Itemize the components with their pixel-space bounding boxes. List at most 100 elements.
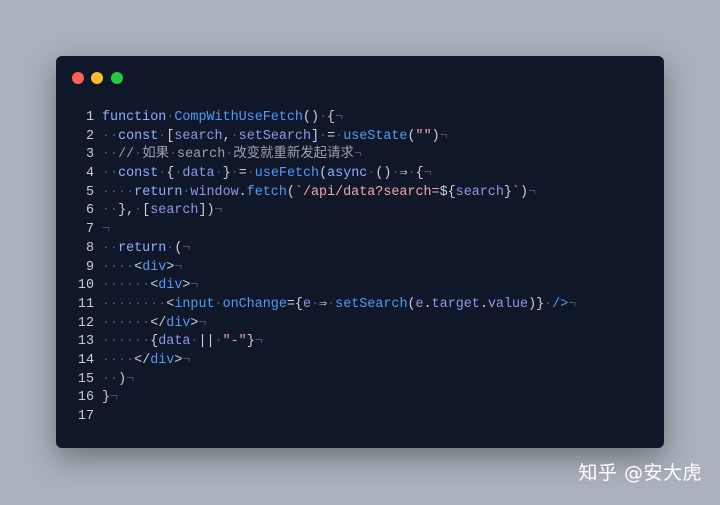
code-token: ( [319, 166, 328, 182]
code-token: · [319, 128, 328, 144]
code-token: ¬ [190, 278, 199, 294]
code-token: { [327, 110, 336, 125]
code-block: 1 function·CompWithUseFetch()·{¬ 2 ··const·… [76, 109, 654, 427]
code-token: · [311, 296, 320, 312]
code-token: return [118, 240, 167, 256]
code-token: ¬ [110, 390, 119, 406]
line-number: 10 [77, 278, 94, 294]
code-text: ········<input·onChange={e·⇒·setSearch(e… [102, 296, 654, 315]
code-token: · [214, 166, 223, 182]
code-token: `/api/data?search= [294, 184, 440, 200]
code-token: ¬ [528, 184, 537, 200]
line-number: 11 [77, 296, 94, 312]
code-line: 10 ······<div>¬ [76, 277, 654, 296]
code-token: ········ [102, 296, 167, 312]
code-token: useFetch [254, 166, 320, 182]
code-token: input [174, 296, 215, 312]
code-token: · [319, 110, 328, 125]
line-number: 15 [77, 371, 94, 387]
code-token: ={ [286, 296, 303, 312]
code-token: . [479, 296, 488, 312]
code-token: ······ [102, 278, 151, 294]
maximize-button[interactable] [111, 72, 123, 84]
code-line: 7 ¬ [76, 221, 654, 240]
code-token: } [222, 166, 231, 182]
code-token: </ [150, 315, 167, 331]
code-line: 5 ····return·window.fetch(`/api/data?sear… [76, 184, 654, 203]
code-window: 1 function·CompWithUseFetch()·{¬ 2 ··const·… [56, 56, 664, 448]
code-token: () [302, 110, 319, 125]
line-number: 1 [85, 110, 94, 125]
code-token: · [230, 166, 239, 182]
code-text: ¬ [102, 221, 654, 240]
code-token: ¬ [439, 128, 448, 144]
code-token: · [214, 296, 223, 312]
code-text: ······<div>¬ [102, 277, 654, 296]
code-token: ${ [439, 184, 456, 200]
code-line: 4 ··const·{·data·}·=·useFetch(async·()·⇒·… [76, 165, 654, 184]
code-token: { [415, 166, 424, 182]
code-line: 14 ····</div>¬ [76, 352, 654, 371]
line-number: 14 [77, 352, 94, 368]
code-token: ¬ [353, 147, 362, 163]
code-token: · [544, 296, 553, 312]
line-number: 2 [85, 128, 94, 144]
code-token: } [246, 334, 255, 350]
code-token: function [102, 110, 167, 125]
code-line: 3 ··//·如果·search·改变就重新发起请求¬ [76, 146, 654, 165]
code-token: ) [118, 371, 127, 387]
code-token: ·· [102, 166, 119, 182]
code-token: ( [407, 128, 416, 144]
code-line: 15 ··)¬ [76, 371, 654, 390]
code-token: } [102, 390, 111, 406]
code-token: ) [431, 128, 440, 144]
line-number: 3 [85, 147, 94, 163]
code-line: 2 ··const·[search,·setSearch]·=·useState(… [76, 128, 654, 147]
watermark: 知乎 @安大虎 [578, 462, 702, 484]
code-token: ⇒ [399, 166, 408, 182]
code-token: ¬ [174, 259, 183, 275]
code-token: setSearch [335, 296, 408, 312]
code-token: ···· [102, 184, 135, 200]
code-text: ······{data·||·"-"}¬ [102, 333, 654, 352]
code-token: ) [519, 184, 529, 200]
code-token: "-" [222, 334, 247, 350]
code-line: 9 ····<div>¬ [76, 259, 654, 278]
code-line: 6 ··},·[search])¬ [76, 202, 654, 221]
minimize-button[interactable] [91, 72, 103, 84]
line-number: 7 [85, 222, 94, 238]
code-token: 改变就重新发起请求 [233, 147, 354, 163]
code-token: )} [528, 296, 545, 312]
code-token: ¬ [182, 352, 191, 368]
close-button[interactable] [72, 72, 84, 84]
code-token: onChange [222, 296, 287, 312]
code-token: }, [118, 203, 135, 219]
code-token: ······ [102, 334, 151, 350]
code-token: || [198, 334, 215, 350]
code-token: const [118, 166, 159, 182]
code-token: value [487, 296, 529, 312]
code-token: ·· [102, 240, 119, 256]
code-token: search [177, 147, 226, 163]
code-token: ¬ [423, 166, 432, 182]
line-number: 13 [77, 334, 94, 350]
code-token: = [238, 166, 247, 182]
code-token: · [407, 166, 416, 182]
code-token: · [134, 203, 143, 219]
line-number: 9 [85, 259, 94, 275]
code-token: ·· [102, 128, 119, 144]
code-token: setSearch [238, 128, 311, 144]
code-token: target [431, 296, 480, 312]
code-token: const [118, 128, 159, 144]
code-text: ····return·window.fetch(`/api/data?searc… [102, 184, 654, 203]
line-number: 8 [85, 240, 94, 256]
code-token: ¬ [198, 315, 207, 331]
code-token: data [158, 334, 191, 350]
line-number: 16 [77, 390, 94, 406]
code-text: ··return·(¬ [102, 240, 654, 259]
code-token: </ [134, 352, 151, 368]
line-number: 12 [77, 315, 94, 331]
code-token: ·· [102, 147, 119, 163]
code-token: } [503, 184, 512, 200]
